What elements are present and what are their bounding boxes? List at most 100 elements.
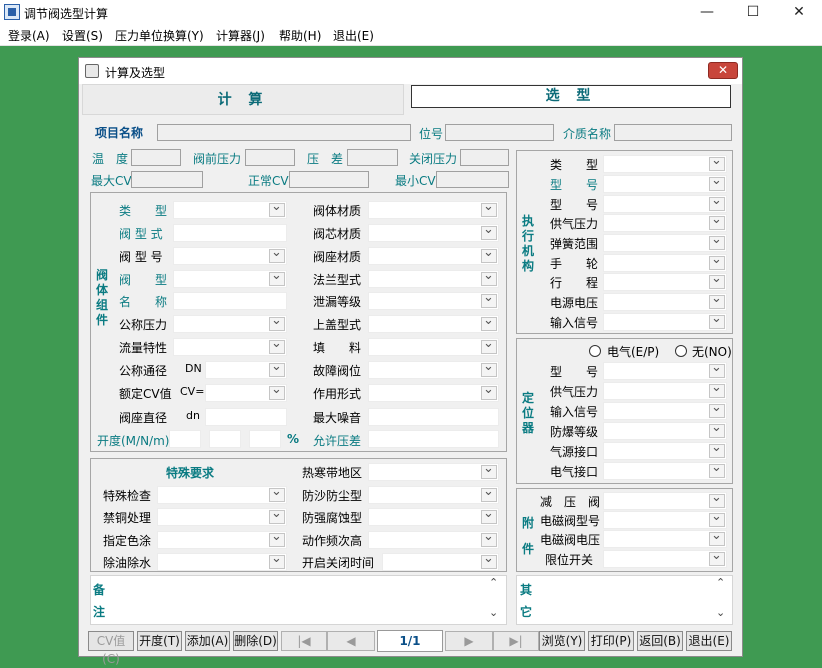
positioner-field-5[interactable] — [603, 460, 727, 480]
first-page-icon[interactable]: |◀ — [281, 631, 327, 651]
remark-scroll-down-icon[interactable]: ⌄ — [489, 606, 498, 619]
menu-settings[interactable]: 设置(S) — [62, 27, 103, 44]
accessory-field-1[interactable] — [603, 509, 727, 529]
valve-left-field-6[interactable] — [173, 336, 287, 356]
dp-field[interactable] — [347, 149, 398, 166]
actuator-field-7[interactable] — [603, 291, 727, 311]
valve-right-field-8[interactable] — [368, 382, 499, 402]
tab-select[interactable]: 选 型 — [411, 85, 731, 108]
allow-dp-field[interactable] — [368, 430, 499, 448]
positioner-field-0[interactable] — [603, 360, 727, 380]
valve-right-field-9[interactable] — [368, 408, 499, 426]
valve-right-field-2[interactable] — [368, 245, 499, 265]
other-area[interactable] — [516, 575, 733, 625]
positioner-field-1[interactable] — [603, 380, 727, 400]
close-pressure-field[interactable] — [460, 149, 509, 166]
opening-field-3[interactable] — [249, 430, 281, 448]
special-left-field-3[interactable] — [157, 551, 287, 571]
valve-right-field-0[interactable] — [368, 199, 499, 219]
special-right-field-4[interactable] — [382, 551, 499, 571]
position-field[interactable] — [445, 124, 554, 141]
valve-left-field-5[interactable] — [173, 313, 287, 333]
add-button[interactable]: 添加(A) — [185, 631, 230, 651]
actuator-field-8[interactable] — [603, 311, 727, 331]
valve-left-field-2[interactable] — [173, 245, 287, 265]
positioner-field-2[interactable] — [603, 400, 727, 420]
valve-left-field-8[interactable] — [205, 382, 287, 402]
positioner-label-0: 型 号 — [550, 365, 599, 379]
special-right-field-0[interactable] — [368, 461, 499, 481]
delete-button[interactable]: 删除(D) — [233, 631, 278, 651]
valve-left-field-1[interactable] — [173, 224, 287, 242]
close-window-button[interactable]: ✕ — [776, 0, 822, 24]
special-right-field-1[interactable] — [368, 484, 499, 504]
pre-pressure-field[interactable] — [245, 149, 295, 166]
special-right-field-3[interactable] — [368, 529, 499, 549]
positioner-field-3[interactable] — [603, 420, 727, 440]
other-scroll-up-icon[interactable]: ⌃ — [716, 576, 725, 589]
actuator-field-5[interactable] — [603, 252, 727, 272]
cv-button[interactable]: CV值(C) — [88, 631, 134, 666]
menu-pressure-convert[interactable]: 压力单位换算(Y) — [115, 27, 204, 44]
actuator-field-6[interactable] — [603, 271, 727, 291]
valve-left-field-9[interactable] — [205, 408, 287, 426]
menu-login[interactable]: 登录(A) — [8, 27, 50, 44]
remark-area[interactable] — [90, 575, 507, 625]
valve-left-label-9: 阀座直径 — [119, 411, 168, 425]
menu-exit[interactable]: 退出(E) — [333, 27, 374, 44]
valve-right-field-6[interactable] — [368, 336, 499, 356]
dropdown-arrow-icon — [709, 295, 725, 309]
valve-right-field-3[interactable] — [368, 268, 499, 288]
menu-help[interactable]: 帮助(H) — [279, 27, 321, 44]
accessory-field-2[interactable] — [603, 528, 727, 548]
dialog-close-button[interactable]: ✕ — [708, 62, 738, 79]
accessory-field-0[interactable] — [603, 490, 727, 510]
last-page-icon[interactable]: ▶| — [493, 631, 539, 651]
actuator-field-0[interactable] — [603, 153, 727, 173]
special-right-field-2[interactable] — [368, 506, 499, 526]
browse-button[interactable]: 浏览(Y) — [539, 631, 585, 651]
normal-cv-field[interactable] — [289, 171, 369, 188]
dropdown-arrow-icon — [709, 256, 725, 270]
opening-field-2[interactable] — [209, 430, 241, 448]
radio-electric[interactable] — [589, 345, 601, 357]
tab-calc[interactable]: 计 算 — [82, 84, 404, 115]
accessory-field-3[interactable] — [603, 548, 727, 568]
menu-calculator[interactable]: 计算器(J) — [216, 27, 265, 44]
minimize-button[interactable]: — — [684, 0, 730, 24]
opening-button[interactable]: 开度(T) — [137, 631, 182, 651]
valve-right-field-5[interactable] — [368, 313, 499, 333]
temp-field[interactable] — [131, 149, 181, 166]
actuator-field-1[interactable] — [603, 173, 727, 193]
min-cv-field[interactable] — [436, 171, 509, 188]
valve-right-field-1[interactable] — [368, 222, 499, 242]
actuator-field-3[interactable] — [603, 212, 727, 232]
back-button[interactable]: 返回(B) — [637, 631, 683, 651]
actuator-field-4[interactable] — [603, 232, 727, 252]
actuator-field-2[interactable] — [603, 193, 727, 213]
exit-button[interactable]: 退出(E) — [686, 631, 732, 651]
special-left-field-1[interactable] — [157, 506, 287, 526]
valve-right-field-4[interactable] — [368, 290, 499, 310]
remark-scroll-up-icon[interactable]: ⌃ — [489, 576, 498, 589]
positioner-label-4: 气源接口 — [550, 445, 599, 459]
dropdown-arrow-icon — [481, 317, 497, 331]
next-page-icon[interactable]: ▶ — [445, 631, 493, 651]
valve-left-field-0[interactable] — [173, 199, 287, 219]
radio-none[interactable] — [675, 345, 687, 357]
positioner-field-4[interactable] — [603, 440, 727, 460]
maximize-button[interactable]: ☐ — [730, 0, 776, 24]
special-left-field-0[interactable] — [157, 484, 287, 504]
medium-field[interactable] — [614, 124, 732, 141]
special-left-field-2[interactable] — [157, 529, 287, 549]
valve-left-field-7[interactable] — [205, 359, 287, 379]
valve-right-field-7[interactable] — [368, 359, 499, 379]
prev-page-icon[interactable]: ◀ — [327, 631, 375, 651]
project-name-field[interactable] — [157, 124, 411, 141]
max-cv-field[interactable] — [131, 171, 203, 188]
valve-left-field-4[interactable] — [173, 292, 287, 310]
other-scroll-down-icon[interactable]: ⌄ — [716, 606, 725, 619]
print-button[interactable]: 打印(P) — [588, 631, 634, 651]
opening-field-1[interactable] — [169, 430, 201, 448]
valve-left-field-3[interactable] — [173, 268, 287, 288]
